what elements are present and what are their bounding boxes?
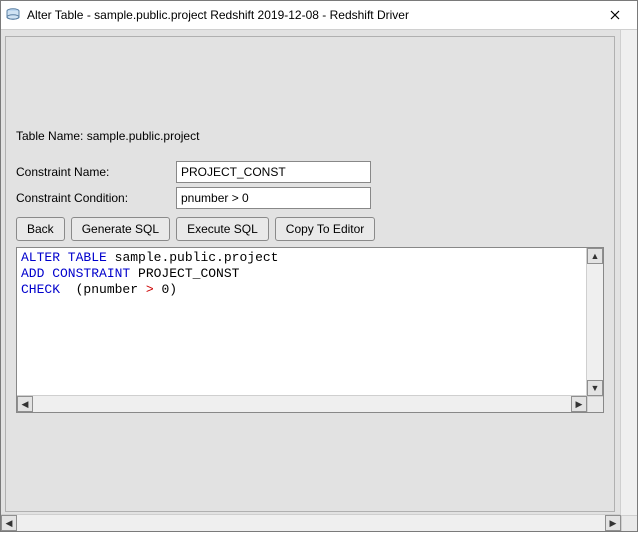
- panel-vertical-scrollbar[interactable]: [620, 30, 637, 515]
- constraint-name-label: Constraint Name:: [16, 165, 176, 179]
- sql-horizontal-scrollbar[interactable]: ◀ ▶: [17, 395, 587, 412]
- action-button-row: Back Generate SQL Execute SQL Copy To Ed…: [16, 217, 604, 241]
- table-name-row: Table Name: sample.public.project: [16, 129, 604, 143]
- panel-scroll-corner: [621, 515, 637, 531]
- sql-keyword: CHECK: [21, 282, 60, 297]
- content-scroll-pane: Table Name: sample.public.project Constr…: [1, 30, 637, 531]
- scroll-down-icon[interactable]: ▼: [587, 380, 603, 396]
- constraint-name-input[interactable]: [176, 161, 371, 183]
- constraint-condition-row: Constraint Condition:: [16, 187, 604, 209]
- back-button[interactable]: Back: [16, 217, 65, 241]
- sql-keyword: ADD CONSTRAINT: [21, 266, 130, 281]
- execute-sql-button[interactable]: Execute SQL: [176, 217, 269, 241]
- sql-vertical-scrollbar[interactable]: ▲ ▼: [586, 248, 603, 396]
- constraint-condition-label: Constraint Condition:: [16, 191, 176, 205]
- scroll-left-icon[interactable]: ◀: [1, 515, 17, 531]
- close-icon: [610, 10, 620, 20]
- scroll-right-icon[interactable]: ▶: [571, 396, 587, 412]
- sql-token: 0): [161, 282, 177, 297]
- sql-keyword: ALTER TABLE: [21, 250, 107, 265]
- window-close-button[interactable]: [593, 1, 637, 29]
- copy-to-editor-button[interactable]: Copy To Editor: [275, 217, 376, 241]
- sql-scroll-corner: [587, 396, 603, 412]
- sql-token: (pnumber: [76, 282, 138, 297]
- table-name-label: Table Name:: [16, 129, 83, 143]
- scroll-right-icon[interactable]: ▶: [605, 515, 621, 531]
- constraint-condition-input[interactable]: [176, 187, 371, 209]
- window-frame: Alter Table - sample.public.project Reds…: [0, 0, 638, 532]
- sql-operator: >: [146, 282, 154, 297]
- window-title: Alter Table - sample.public.project Reds…: [27, 8, 593, 22]
- sql-token: sample.public.project: [115, 250, 279, 265]
- panel-horizontal-scrollbar[interactable]: ◀ ▶: [1, 514, 621, 531]
- constraint-name-row: Constraint Name:: [16, 161, 604, 183]
- scroll-up-icon[interactable]: ▲: [587, 248, 603, 264]
- form-panel: Table Name: sample.public.project Constr…: [5, 36, 615, 512]
- sql-preview-area: ALTER TABLE sample.public.project ADD CO…: [16, 247, 604, 413]
- table-name-value: sample.public.project: [87, 129, 200, 143]
- sql-token: PROJECT_CONST: [138, 266, 239, 281]
- generate-sql-button[interactable]: Generate SQL: [71, 217, 170, 241]
- sql-text[interactable]: ALTER TABLE sample.public.project ADD CO…: [17, 248, 587, 396]
- app-icon: [5, 7, 21, 23]
- titlebar: Alter Table - sample.public.project Reds…: [1, 1, 637, 30]
- scroll-left-icon[interactable]: ◀: [17, 396, 33, 412]
- panel-top-spacer: [16, 49, 604, 129]
